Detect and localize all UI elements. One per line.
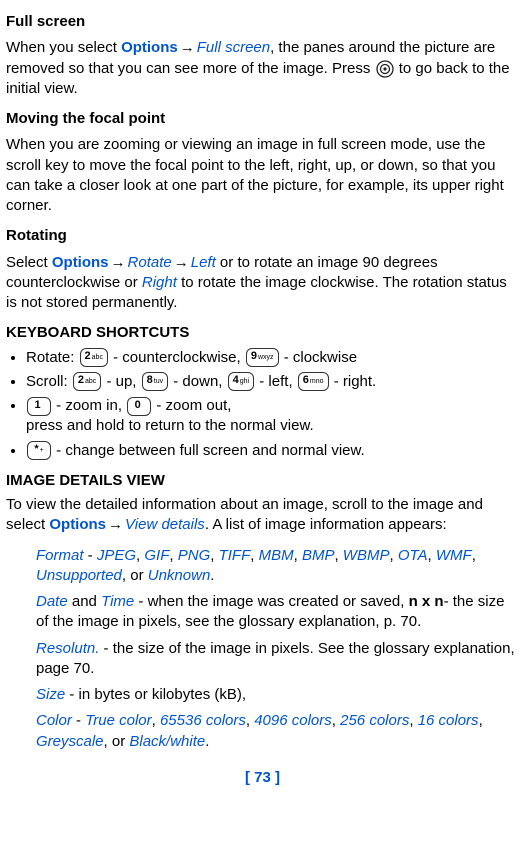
text: - change between full screen and normal … [56, 442, 365, 459]
format-value: PNG [178, 547, 211, 564]
para-rotating: Select Options→ Rotate→ Left or to rotat… [6, 253, 519, 314]
arrow-icon: → [172, 253, 191, 273]
text: - when the image was created or saved, [134, 593, 408, 610]
format-value: JPEG [97, 547, 136, 564]
text: Rotate: [26, 349, 79, 366]
color-value: Black/white [129, 733, 205, 750]
nxn: n x n [409, 593, 444, 610]
text: - [84, 547, 97, 564]
details-list: Format - JPEG, GIF, PNG, TIFF, MBM, BMP,… [36, 546, 515, 752]
label-resolution: Resolutn. [36, 640, 99, 657]
text: - left, [259, 373, 297, 390]
format-value: BMP [302, 547, 335, 564]
detail-format: Format - JPEG, GIF, PNG, TIFF, MBM, BMP,… [36, 546, 515, 587]
list-item: *+ - change between full screen and norm… [26, 441, 519, 461]
key-2-icon: 2abc [80, 348, 108, 367]
format-value: Unknown [148, 567, 211, 584]
text: - up, [106, 373, 140, 390]
format-values: JPEG, GIF, PNG, TIFF, MBM, BMP, WBMP, OT… [36, 547, 476, 584]
color-value: True color [85, 712, 151, 729]
format-value: MBM [259, 547, 294, 564]
key-2-icon: 2abc [73, 372, 101, 391]
label-time: Time [101, 593, 134, 610]
link-options: Options [49, 516, 106, 533]
text: - counterclockwise, [113, 349, 245, 366]
format-value: TIFF [219, 547, 251, 564]
key-1-icon: 1 [27, 397, 51, 416]
label-format: Format [36, 547, 84, 564]
link-rotate: Rotate [128, 254, 172, 271]
color-value: 16 colors [418, 712, 479, 729]
label-size: Size [36, 686, 65, 703]
text: - zoom out, [156, 397, 231, 414]
format-value: WBMP [343, 547, 390, 564]
text: When you select [6, 39, 121, 56]
link-full-screen: Full screen [197, 39, 270, 56]
format-value: GIF [144, 547, 169, 564]
key-0-icon: 0 [127, 397, 151, 416]
text: - clockwise [284, 349, 357, 366]
heading-image-details: IMAGE DETAILS VIEW [6, 471, 519, 491]
label-date: Date [36, 593, 68, 610]
color-values: True color, 65536 colors, 4096 colors, 2… [36, 712, 483, 749]
key-8-icon: 8tuv [142, 372, 168, 391]
center-key-icon [376, 60, 394, 78]
key-9-icon: 9wxyz [246, 348, 279, 367]
link-left: Left [191, 254, 216, 271]
color-value: Greyscale [36, 733, 104, 750]
text: - the size of the image in pixels. See t… [36, 640, 515, 677]
label-color: Color [36, 712, 72, 729]
key-star-icon: *+ [27, 441, 51, 460]
heading-full-screen: Full screen [6, 12, 519, 32]
key-6-icon: 6mno [298, 372, 329, 391]
keyboard-shortcuts-list: Rotate: 2abc - counterclockwise, 9wxyz -… [6, 348, 519, 461]
link-options: Options [121, 39, 178, 56]
text: - down, [173, 373, 226, 390]
heading-keyboard-shortcuts: KEYBOARD SHORTCUTS [6, 323, 519, 343]
text: Scroll: [26, 373, 72, 390]
text: and [68, 593, 101, 610]
page-number: [ 73 ] [6, 768, 519, 788]
heading-rotating: Rotating [6, 226, 519, 246]
color-value: 4096 colors [254, 712, 332, 729]
color-value: 65536 colors [160, 712, 246, 729]
detail-size: Size - in bytes or kilobytes (kB), [36, 685, 515, 705]
list-item: Rotate: 2abc - counterclockwise, 9wxyz -… [26, 348, 519, 368]
detail-color: Color - True color, 65536 colors, 4096 c… [36, 711, 515, 752]
arrow-icon: → [178, 38, 197, 58]
format-value: Unsupported [36, 567, 122, 584]
arrow-icon: → [106, 515, 125, 535]
text: press and hold to return to the normal v… [26, 417, 314, 434]
text: Select [6, 254, 52, 271]
para-image-details: To view the detailed information about a… [6, 495, 519, 536]
text: - right. [334, 373, 377, 390]
text: . A list of image information appears: [205, 516, 447, 533]
detail-date-time: Date and Time - when the image was creat… [36, 592, 515, 633]
text: - zoom in, [56, 397, 126, 414]
key-4-icon: 4ghi [228, 372, 254, 391]
para-full-screen: When you select Options→ Full screen, th… [6, 38, 519, 99]
para-focal-point: When you are zooming or viewing an image… [6, 135, 519, 216]
arrow-icon: → [109, 253, 128, 273]
text: - in bytes or kilobytes (kB), [65, 686, 246, 703]
list-item: 1 - zoom in, 0 - zoom out, press and hol… [26, 396, 519, 437]
link-view-details: View details [125, 516, 205, 533]
link-right: Right [142, 274, 177, 291]
link-options: Options [52, 254, 109, 271]
text: - [72, 712, 85, 729]
color-value: 256 colors [340, 712, 409, 729]
format-value: OTA [398, 547, 428, 564]
list-item: Scroll: 2abc - up, 8tuv - down, 4ghi - l… [26, 372, 519, 392]
format-value: WMF [436, 547, 472, 564]
detail-resolution: Resolutn. - the size of the image in pix… [36, 639, 515, 680]
heading-focal-point: Moving the focal point [6, 109, 519, 129]
